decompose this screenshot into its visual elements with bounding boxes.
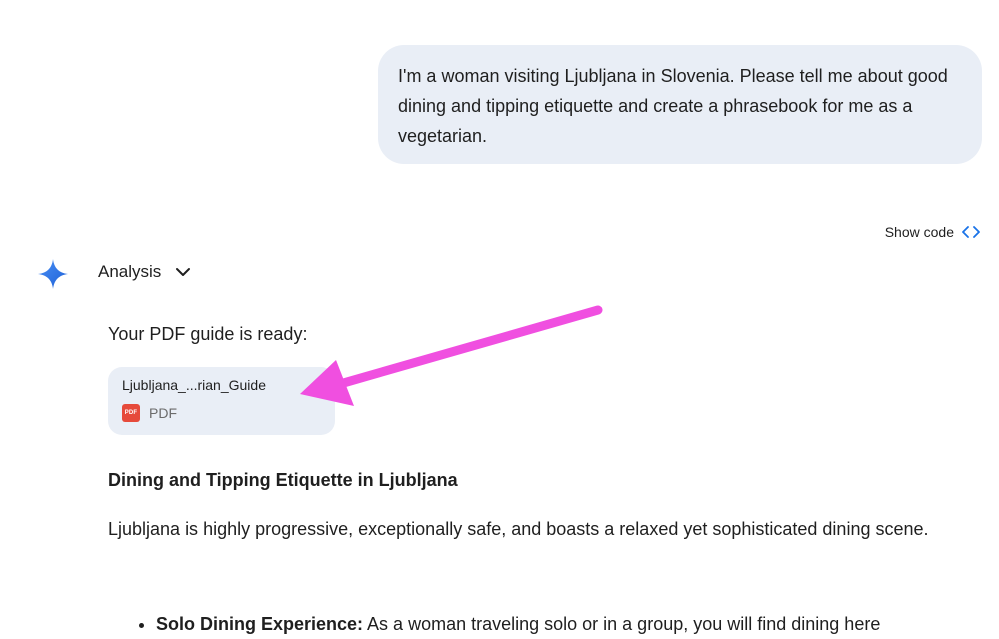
chat-page: I'm a woman visiting Ljubljana in Sloven… xyxy=(0,0,999,639)
file-type: PDF xyxy=(149,405,177,421)
analysis-label: Analysis xyxy=(98,262,162,281)
show-code-label: Show code xyxy=(884,224,954,240)
analysis-toggle[interactable]: Analysis xyxy=(98,262,191,282)
pdf-file-chip[interactable]: Ljubljana_...rian_Guide PDF PDF xyxy=(108,367,335,435)
gemini-spark-icon xyxy=(37,258,69,290)
file-name: Ljubljana_...rian_Guide xyxy=(122,377,266,393)
bullet-text: As a woman traveling solo or in a group,… xyxy=(363,614,881,634)
pdf-icon: PDF xyxy=(122,404,140,422)
list-item: Solo Dining Experience: As a woman trave… xyxy=(156,611,988,637)
code-brackets-icon xyxy=(962,225,980,239)
file-meta: PDF PDF xyxy=(122,404,321,422)
user-prompt-bubble: I'm a woman visiting Ljubljana in Sloven… xyxy=(378,45,982,164)
user-prompt-text: I'm a woman visiting Ljubljana in Sloven… xyxy=(398,66,948,146)
show-code-button[interactable]: Show code xyxy=(885,224,980,240)
bullet-title: Solo Dining Experience: xyxy=(156,614,364,634)
intro-paragraph: Ljubljana is highly progressive, excepti… xyxy=(108,519,929,539)
section-heading: Dining and Tipping Etiquette in Ljubljan… xyxy=(108,470,458,490)
etiquette-list: Solo Dining Experience: As a woman trave… xyxy=(108,611,988,637)
chevron-down-icon xyxy=(176,268,191,276)
pdf-ready-text: Your PDF guide is ready: xyxy=(108,324,308,344)
